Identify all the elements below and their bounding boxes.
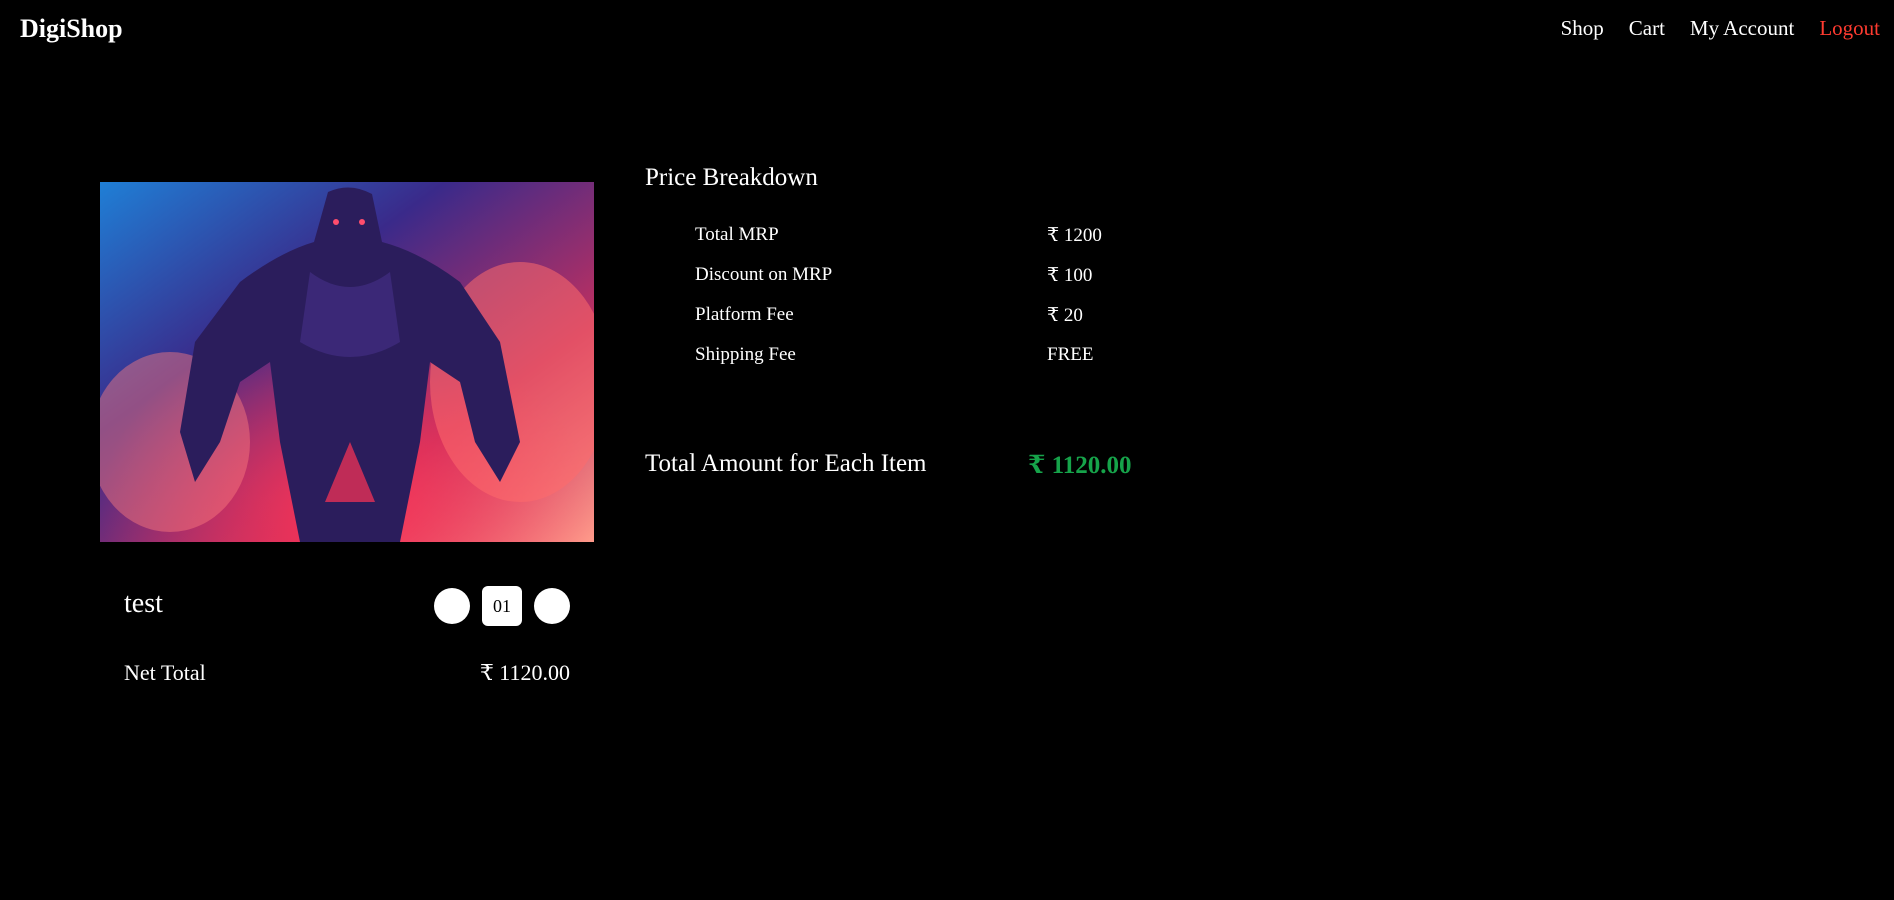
price-breakdown-lines: Total MRP ₹ 1200 Discount on MRP ₹ 100 P…	[695, 224, 1145, 384]
net-total-row: Net Total ₹ 1120.00	[124, 660, 570, 690]
nav-link-shop[interactable]: Shop	[1561, 16, 1604, 41]
nav-link-logout[interactable]: Logout	[1819, 16, 1880, 41]
price-line-label: Discount on MRP	[695, 264, 833, 285]
price-line-label: Platform Fee	[695, 304, 794, 325]
product-name: test	[124, 588, 163, 619]
nav-link-my-account[interactable]: My Account	[1690, 16, 1794, 41]
price-line-label: Total MRP	[695, 224, 779, 245]
brand-logo[interactable]: DigiShop	[20, 14, 123, 44]
price-line-value: FREE	[1047, 344, 1094, 365]
increase-quantity-button[interactable]	[534, 588, 570, 624]
total-amount-value: ₹ 1120.00	[1028, 452, 1132, 479]
price-breakdown: Price Breakdown Total MRP ₹ 1200 Discoun…	[645, 164, 1185, 365]
price-breakdown-title: Price Breakdown	[645, 164, 818, 191]
price-line-value: ₹ 1200	[1047, 225, 1102, 246]
price-line-total-mrp: Total MRP ₹ 1200	[695, 224, 1145, 264]
quantity-stepper: 01	[434, 586, 570, 626]
quantity-value[interactable]: 01	[482, 586, 522, 626]
product-image	[100, 182, 594, 542]
net-total-label: Net Total	[124, 660, 206, 685]
price-line-platform-fee: Platform Fee ₹ 20	[695, 304, 1145, 344]
price-line-value: ₹ 20	[1047, 305, 1083, 326]
decrease-quantity-button[interactable]	[434, 588, 470, 624]
total-amount-row: Total Amount for Each Item ₹ 1120.00	[645, 450, 1245, 484]
net-total-value: ₹ 1120.00	[479, 660, 570, 685]
cart-item-card: test 01 Net Total ₹ 1120.00	[100, 182, 594, 685]
total-amount-label: Total Amount for Each Item	[645, 450, 927, 477]
product-row: test 01	[124, 584, 570, 628]
price-line-value: ₹ 100	[1047, 265, 1093, 286]
nav-link-cart[interactable]: Cart	[1629, 16, 1665, 41]
main-nav: Shop Cart My Account Logout	[1561, 16, 1880, 41]
price-line-label: Shipping Fee	[695, 344, 796, 365]
price-line-discount: Discount on MRP ₹ 100	[695, 264, 1145, 304]
price-line-shipping-fee: Shipping Fee FREE	[695, 344, 1145, 384]
top-navbar: DigiShop Shop Cart My Account Logout	[0, 0, 1894, 56]
